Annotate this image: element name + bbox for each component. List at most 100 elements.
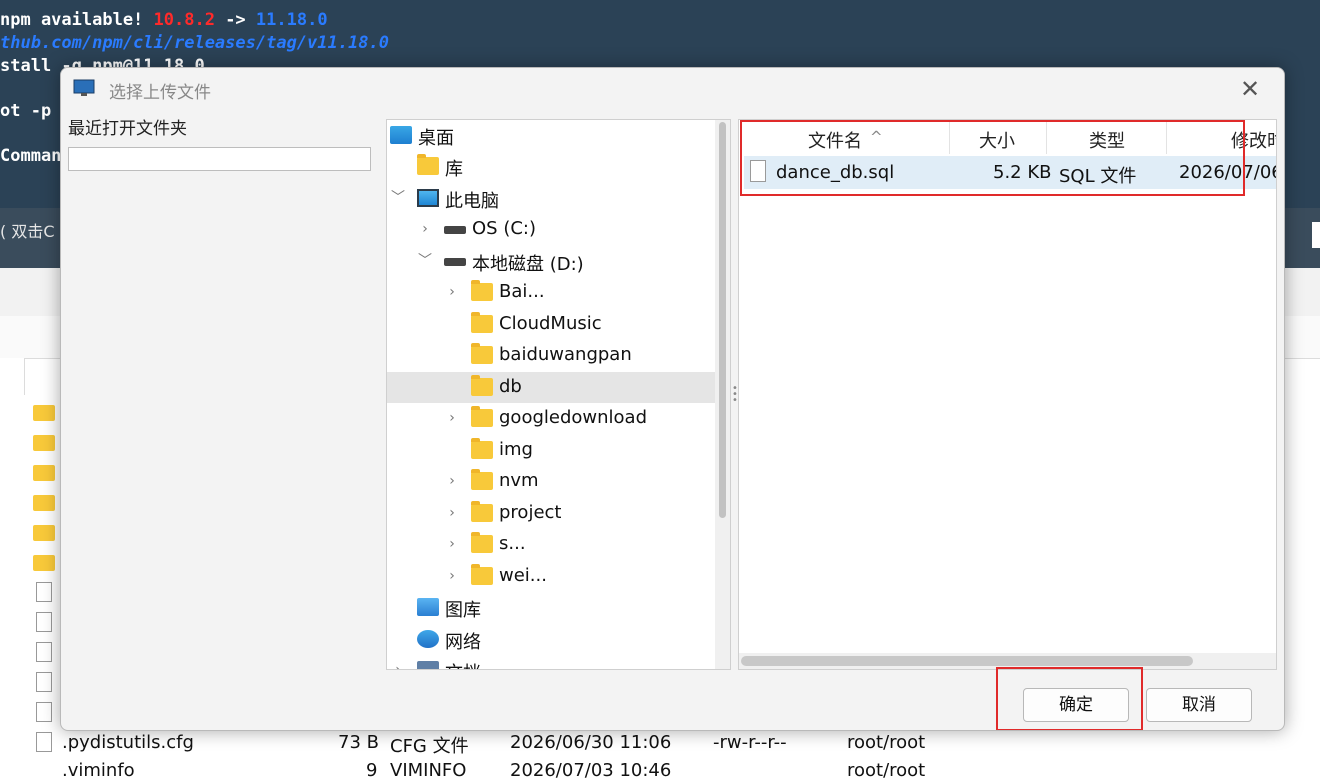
tree-item-label: 文档 [445,659,481,669]
folder-icon [471,532,493,553]
chevron-right-icon[interactable]: › [445,409,459,427]
background-folder-icon [33,435,55,451]
background-row-owner: root/root [847,732,926,753]
tree-item-label: 此电脑 [445,191,499,212]
tree-item-network[interactable]: 网络 [387,624,715,655]
tree-scrollbar[interactable] [715,120,730,669]
background-file-icon [36,582,52,602]
chevron-right-icon[interactable]: › [445,504,459,522]
drive-icon [444,258,466,266]
file-row-selected[interactable]: dance_db.sql 5.2 KB SQL 文件 2026/07/06 [744,156,1276,189]
column-header-modified[interactable]: 修改时 [1166,120,1276,154]
tree-item-label: CloudMusic [499,313,602,334]
tree-item-label: db [499,376,522,397]
app-icon [73,79,95,96]
folder-icon [471,406,493,427]
column-header-size[interactable]: 大小 [949,120,1047,154]
computer-icon [417,189,439,207]
tree-item-drive-c[interactable]: › OS (C:) [387,214,715,245]
tree-item-folder[interactable]: › s... [387,529,715,560]
chevron-right-icon[interactable]: › [445,283,459,301]
tree-item-label: project [499,502,562,523]
tree-item-drive-d[interactable]: ﹀ 本地磁盘 (D:) [387,246,715,277]
tree-item-label: googledownload [499,407,647,428]
chevron-right-icon[interactable]: › [445,535,459,553]
background-folder-icon [33,495,55,511]
background-file-icon [36,672,52,692]
background-hint-text: ( 双击C [0,222,55,241]
tree-item-folder[interactable]: img [387,435,715,466]
folder-icon [471,375,493,396]
chevron-right-icon[interactable]: › [445,567,459,585]
cancel-button[interactable]: 取消 [1146,688,1252,722]
chevron-down-icon[interactable]: ﹀ [418,252,432,270]
tree-item-folder[interactable]: › project [387,498,715,529]
network-icon [417,630,439,648]
tree-item-folder[interactable]: CloudMusic [387,309,715,340]
tree-item-folder[interactable]: › googledownload [387,403,715,434]
chevron-right-icon[interactable]: › [418,220,432,238]
tree-item-documents[interactable]: › 文档 [387,655,715,669]
folder-icon [471,469,493,490]
column-header-type[interactable]: 类型 [1046,120,1167,154]
close-icon[interactable]: ✕ [1227,72,1273,106]
tree-item-label: 桌面 [418,128,454,149]
sort-ascending-icon: ^ [870,128,883,146]
horizontal-scrollbar-thumb[interactable] [741,656,1193,666]
column-header-name[interactable]: 文件名 ^ [739,120,950,154]
ok-button[interactable]: 确定 [1023,688,1129,722]
tree-item-db-selected[interactable]: db [387,372,715,403]
background-folder-icon [33,465,55,481]
file-name: dance_db.sql [776,162,895,183]
tree-item-folder[interactable]: › Bai... [387,277,715,308]
background-folder-icon [33,555,55,571]
tree-item-folder[interactable]: baiduwangpan [387,340,715,371]
background-row-size: 9 [366,760,378,781]
tree-item-label: Bai... [499,281,545,302]
tree-item-label: img [499,439,533,460]
background-folder-icon [33,525,55,541]
column-header-label: 文件名 [808,131,862,152]
tree-item-label: s... [499,533,526,554]
tree-item-desktop[interactable]: 桌面 [387,120,715,151]
background-row-owner: root/root [847,760,926,781]
background-row-type: CFG 文件 [390,736,469,757]
dialog-title: 选择上传文件 [109,83,211,103]
background-file-icon [36,732,52,752]
pane-splitter-handle[interactable]: • • • [732,384,738,406]
tree-item-this-pc[interactable]: ﹀ 此电脑 [387,183,715,214]
terminal-line-release-url: thub.com/npm/cli/releases/tag/v11.18.0 [0,33,389,53]
background-row-modified: 2026/07/03 10:46 [510,760,672,781]
file-icon [750,160,766,182]
tree-scrollbar-thumb[interactable] [719,122,726,518]
background-row-perms: -rw-r--r-- [713,732,787,753]
recent-folders-combobox[interactable] [68,147,371,171]
folder-icon [471,501,493,522]
chevron-right-icon[interactable]: › [445,472,459,490]
tree-item-pictures[interactable]: 图库 [387,592,715,623]
tree-item-label: 库 [445,159,463,180]
background-file-icon [36,702,52,722]
pictures-icon [417,598,439,616]
column-header-label: 类型 [1089,131,1125,152]
column-header-label: 修改时 [1231,131,1276,152]
background-row-name: .viminfo [62,760,135,781]
background-square [1312,222,1320,248]
folder-icon [471,343,493,364]
tree-item-label: 网络 [445,632,481,653]
chevron-down-icon[interactable]: ﹀ [391,189,405,207]
tree-item-label: wei... [499,565,547,586]
file-list: 文件名 ^ 大小 类型 修改时 dance_db.sql 5.2 KB SQL … [738,119,1277,670]
tree-item-library[interactable]: 库 [387,151,715,182]
tree-item-label: OS (C:) [472,218,536,239]
background-row-type: VIMINFO [390,760,467,781]
tree-item-folder[interactable]: › nvm [387,466,715,497]
column-header-label: 大小 [979,131,1015,152]
folder-tree: 桌面 库 ﹀ 此电脑 › OS (C:) ﹀ 本地磁盘 (D:) › Bai..… [386,119,731,670]
background-row-name: .pydistutils.cfg [62,732,194,753]
chevron-right-icon[interactable]: › [391,661,405,669]
file-type: SQL 文件 [1059,166,1137,187]
file-list-horizontal-scrollbar[interactable] [739,653,1276,669]
tree-item-folder[interactable]: › wei... [387,561,715,592]
tree-item-label: nvm [499,470,539,491]
